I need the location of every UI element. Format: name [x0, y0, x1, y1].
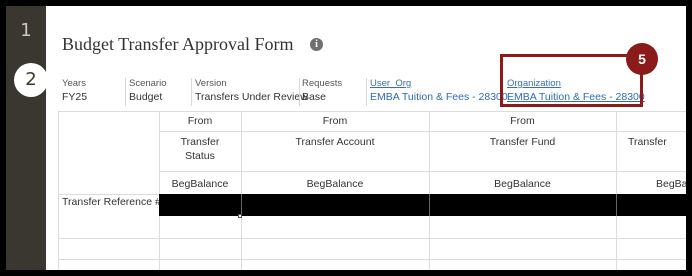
grid-line	[616, 111, 617, 270]
data-grid: From From From Transfer Status Transfer …	[58, 111, 686, 270]
page-title: Budget Transfer Approval Form	[62, 34, 294, 54]
pov-version-label: Version	[195, 78, 227, 89]
pov-requests-label: Requests	[302, 78, 343, 89]
column-member-label: BegBalance	[494, 178, 551, 190]
grid-line	[159, 171, 686, 172]
pov-user-org-label[interactable]: User_Org	[370, 78, 508, 90]
callout-number-badge: 5	[626, 43, 658, 75]
pov-separator	[366, 78, 367, 106]
pov-version[interactable]: Version Transfers Under Review	[195, 78, 308, 106]
callout-highlight-box	[500, 54, 643, 107]
pov-version-value: Transfers Under Review	[195, 91, 308, 103]
cell-divider	[616, 194, 617, 216]
grid-line	[58, 111, 686, 112]
pov-user-org-value[interactable]: EMBA Tuition & Fees - 28300	[370, 90, 508, 104]
pov-years[interactable]: Years FY25	[62, 78, 87, 106]
column-member-label: BegBa	[656, 178, 686, 190]
step-rail: 1 2	[6, 6, 48, 270]
info-icon[interactable]: i	[310, 38, 323, 51]
column-member-label: BegBalance	[306, 178, 364, 190]
pov-separator	[125, 78, 126, 106]
pov-scenario[interactable]: Scenario Budget	[129, 78, 167, 106]
row-header-transfer-reference: Transfer Reference #	[62, 196, 161, 208]
column-from-label: From	[510, 115, 535, 127]
pov-separator	[299, 78, 300, 106]
grid-line	[58, 259, 686, 260]
column-transfer-status-header[interactable]: Transfer Status	[159, 135, 241, 163]
grid-line	[159, 131, 686, 132]
selected-row-cells[interactable]	[159, 194, 686, 216]
column-transfer-header[interactable]: Transfer	[628, 135, 667, 149]
pov-requests-value: Base	[302, 91, 326, 103]
column-member-label: BegBalance	[171, 178, 229, 190]
cell-divider	[429, 194, 430, 216]
grid-line	[58, 238, 686, 239]
cell-fill-handle[interactable]	[238, 214, 242, 218]
grid-line	[58, 111, 59, 270]
pov-requests[interactable]: Requests Base	[302, 78, 342, 106]
pov-years-label: Years	[62, 78, 86, 89]
column-transfer-fund-header[interactable]: Transfer Fund	[429, 135, 616, 149]
pov-scenario-value: Budget	[129, 91, 163, 103]
cell-divider	[241, 194, 242, 216]
form-content: Budget Transfer Approval Form i Years FY…	[46, 6, 686, 270]
pov-separator	[191, 78, 192, 106]
pov-user-org[interactable]: User_Org EMBA Tuition & Fees - 28300	[370, 78, 508, 106]
pov-scenario-label: Scenario	[129, 78, 167, 89]
column-from-label: From	[322, 115, 348, 127]
step-2-indicator[interactable]: 2	[14, 63, 48, 97]
step-1-indicator[interactable]: 1	[12, 20, 40, 41]
column-from-label: From	[187, 115, 213, 127]
column-transfer-account-header[interactable]: Transfer Account	[241, 135, 429, 149]
pov-years-value: FY25	[62, 91, 88, 103]
